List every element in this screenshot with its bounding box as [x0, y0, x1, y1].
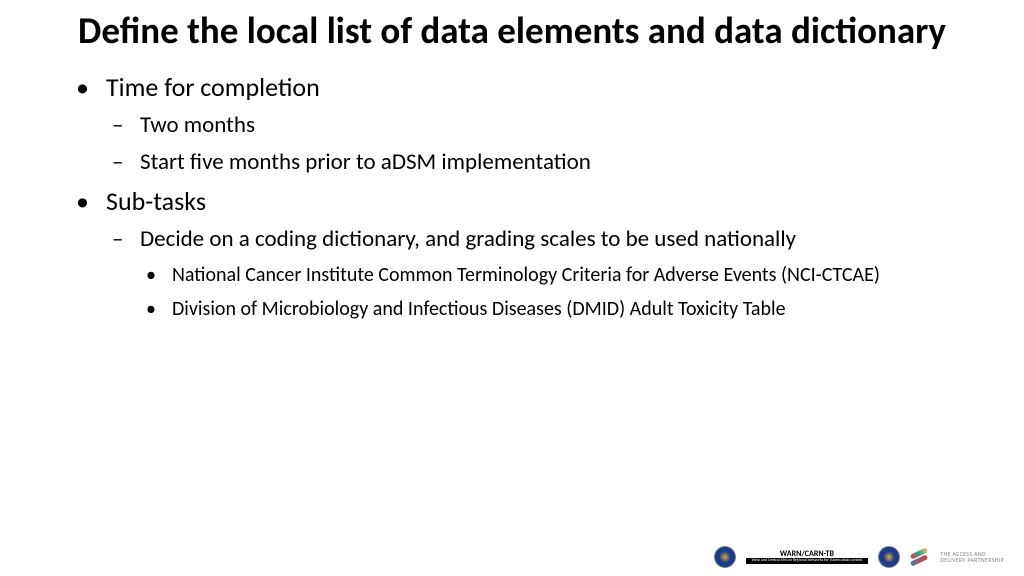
- seal-icon: [714, 546, 736, 568]
- list-item: Time for completion Two months Start fiv…: [76, 71, 984, 177]
- warn-title: WARN/CARN-TB: [780, 550, 834, 558]
- bullet-list: Time for completion Two months Start fiv…: [76, 71, 984, 322]
- list-item: Division of Microbiology and Infectious …: [146, 296, 984, 322]
- seal-icon: [878, 546, 900, 568]
- swish-icon: [910, 547, 930, 567]
- bullet-label: Decide on a coding dictionary, and gradi…: [140, 225, 796, 253]
- list-item: National Cancer Institute Common Termino…: [146, 262, 984, 288]
- detail-list: National Cancer Institute Common Termino…: [146, 262, 984, 322]
- bullet-label: Start five months prior to aDSM implemen…: [140, 148, 591, 176]
- warn-logo: WARN/CARN-TB West and Central African Re…: [746, 550, 869, 564]
- sub-list: Decide on a coding dictionary, and gradi…: [112, 225, 984, 322]
- list-item: Sub-tasks Decide on a coding dictionary,…: [76, 185, 984, 322]
- bullet-label: Two months: [140, 111, 255, 139]
- adp-logo: THE ACCESS AND DELIVERY PARTNERSHIP: [940, 551, 1004, 563]
- bullet-label: Time for completion: [106, 71, 320, 103]
- slide-content: Define the local list of data elements a…: [0, 0, 1024, 322]
- bullet-label: Sub-tasks: [106, 185, 206, 217]
- bullet-label: Division of Microbiology and Infectious …: [172, 297, 786, 321]
- warn-subtitle: West and Central African Regional Networ…: [746, 558, 869, 564]
- list-item: Two months: [112, 111, 984, 140]
- sub-list: Two months Start five months prior to aD…: [112, 111, 984, 177]
- slide-title: Define the local list of data elements a…: [40, 10, 984, 53]
- adp-line: DELIVERY PARTNERSHIP: [940, 557, 1004, 563]
- footer-logos: WARN/CARN-TB West and Central African Re…: [714, 546, 1004, 568]
- bullet-label: National Cancer Institute Common Termino…: [172, 263, 880, 287]
- list-item: Start five months prior to aDSM implemen…: [112, 148, 984, 177]
- list-item: Decide on a coding dictionary, and gradi…: [112, 225, 984, 322]
